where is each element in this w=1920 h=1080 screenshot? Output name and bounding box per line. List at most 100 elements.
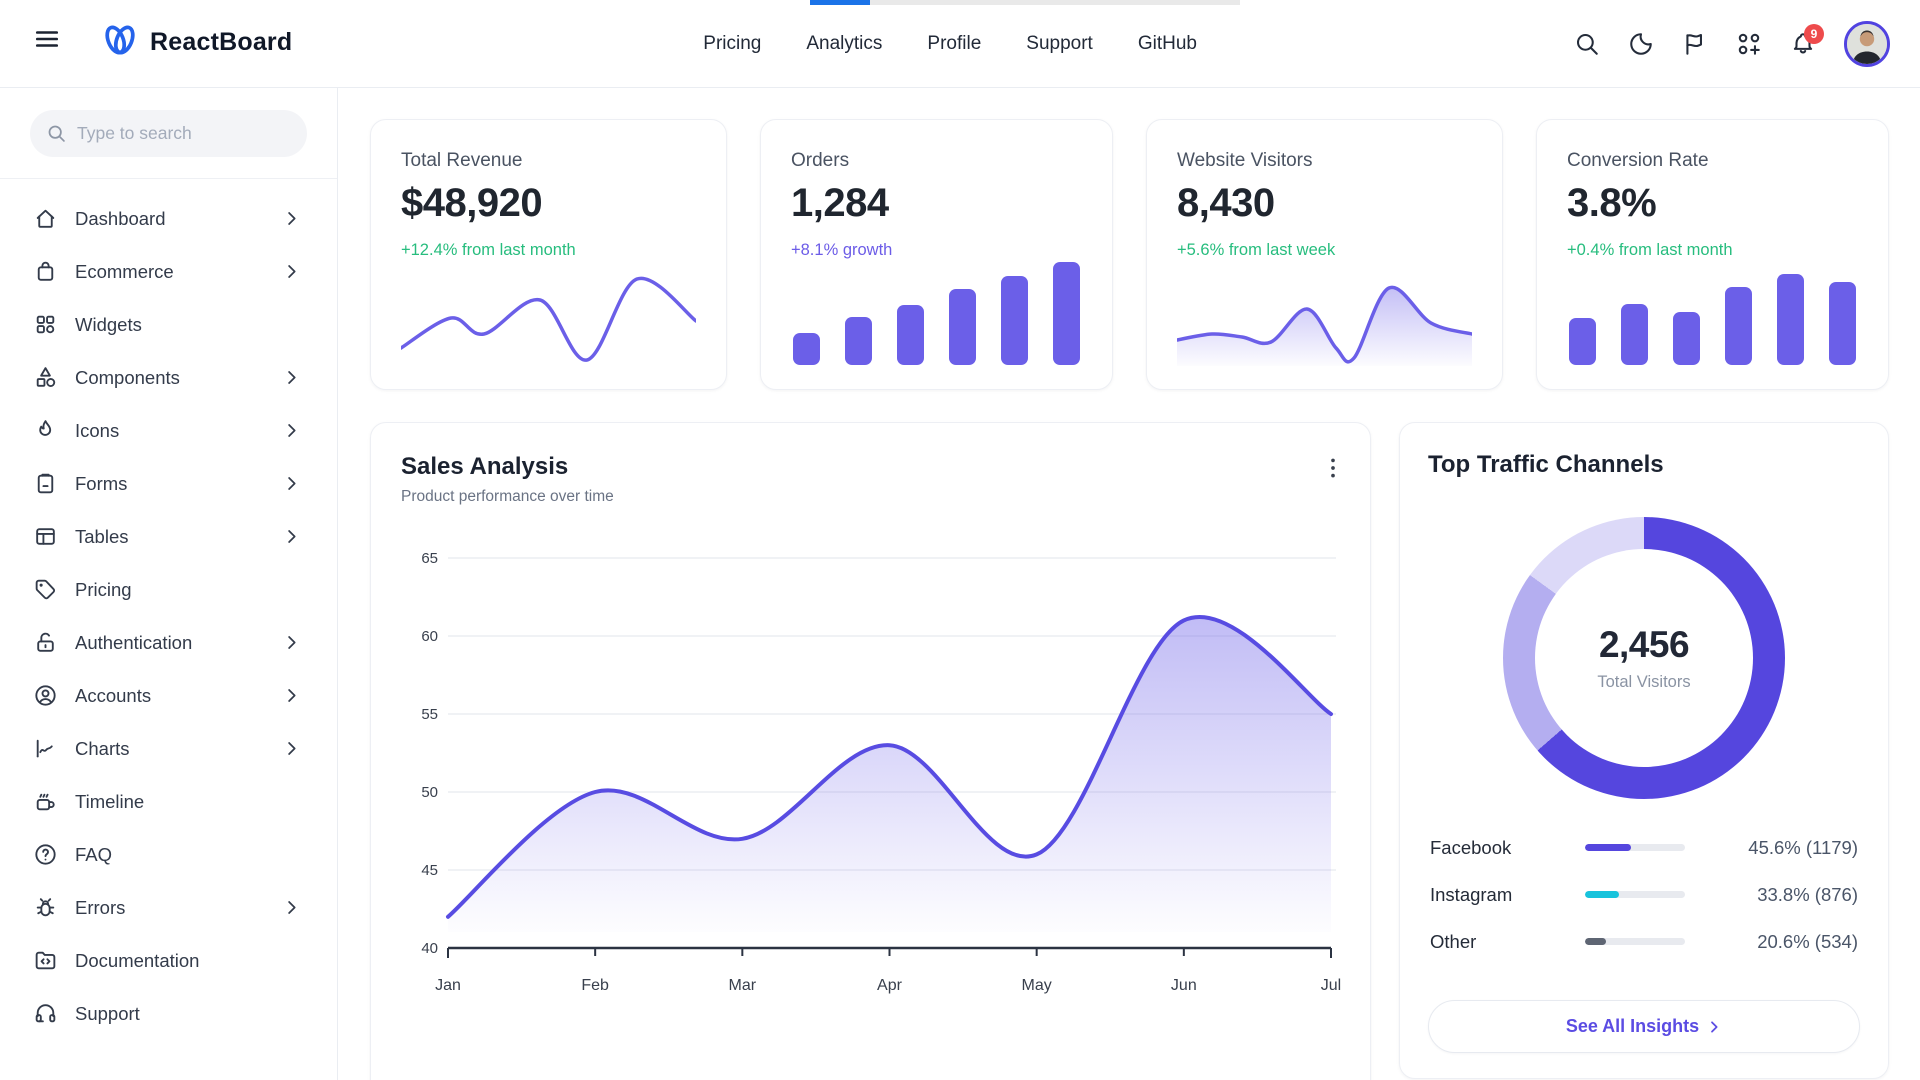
- dark-mode-moon-icon[interactable]: [1628, 31, 1654, 57]
- svg-text:Apr: Apr: [877, 977, 903, 994]
- sidebar-item-label: Tables: [75, 526, 282, 548]
- sidebar-item-documentation[interactable]: Documentation: [0, 934, 337, 987]
- notification-badge: 9: [1804, 24, 1824, 44]
- sidebar-item-label: Timeline: [75, 791, 301, 813]
- sidebar-menu: Dashboard Ecommerce Widgets Components Icons…: [0, 179, 337, 1053]
- sidebar-item-support[interactable]: Support: [0, 987, 337, 1040]
- nav-link-analytics[interactable]: Analytics: [806, 33, 882, 55]
- sidebar-item-icons[interactable]: Icons: [0, 404, 337, 457]
- mini-bar: [897, 305, 924, 365]
- channel-row-facebook: Facebook45.6% (1179): [1430, 835, 1858, 860]
- sidebar-item-tables[interactable]: Tables: [0, 510, 337, 563]
- search-icon[interactable]: [1574, 31, 1600, 57]
- sidebar-item-widgets[interactable]: Widgets: [0, 298, 337, 351]
- stat-card-orders: Orders1,284+8.1% growth: [760, 119, 1113, 390]
- sidebar-item-charts[interactable]: Charts: [0, 722, 337, 775]
- svg-text:45: 45: [421, 862, 438, 879]
- channel-value: 45.6% (1179): [1685, 837, 1858, 859]
- stat-card-total-revenue: Total Revenue$48,920+12.4% from last mon…: [370, 119, 727, 390]
- channel-progress-fill: [1585, 891, 1619, 898]
- sidebar-item-ecommerce[interactable]: Ecommerce: [0, 245, 337, 298]
- brand[interactable]: ReactBoard: [100, 20, 292, 64]
- top-navbar: ReactBoard Pricing Analytics Profile Suppor…: [0, 0, 1920, 88]
- chevron-right-icon: [282, 633, 301, 652]
- sales-analysis-card: Sales Analysis Product performance over …: [370, 422, 1371, 1080]
- headset-icon: [33, 1001, 58, 1026]
- mini-bar: [1725, 287, 1752, 365]
- nav-link-pricing[interactable]: Pricing: [703, 33, 761, 55]
- chevron-right-icon: [282, 421, 301, 440]
- sidebar-search-input[interactable]: [77, 123, 291, 144]
- bag-icon: [33, 259, 58, 284]
- stat-value: $48,920: [401, 181, 696, 226]
- sidebar-item-label: Widgets: [75, 314, 301, 336]
- sidebar-item-timeline[interactable]: Timeline: [0, 775, 337, 828]
- stat-mini-chart: [1567, 260, 1858, 365]
- chevron-right-icon: [282, 474, 301, 493]
- nav-link-github[interactable]: GitHub: [1138, 33, 1197, 55]
- see-all-insights-button[interactable]: See All Insights: [1428, 1000, 1860, 1053]
- nav-link-profile[interactable]: Profile: [927, 33, 981, 55]
- mini-bar: [1777, 274, 1804, 365]
- sidebar-item-components[interactable]: Components: [0, 351, 337, 404]
- sidebar-search-box[interactable]: [30, 110, 307, 157]
- sales-area-chart: 404550556065 JanFebMarAprMayJunJul: [401, 528, 1340, 1011]
- channel-progress-fill: [1585, 938, 1606, 945]
- chevron-right-icon: [282, 262, 301, 281]
- nav-link-support[interactable]: Support: [1026, 33, 1093, 55]
- flag-icon[interactable]: [1682, 31, 1708, 57]
- hamburger-menu-icon[interactable]: [34, 26, 60, 52]
- stat-label: Total Revenue: [401, 150, 696, 172]
- sidebar-item-errors[interactable]: Errors: [0, 881, 337, 934]
- channel-name: Other: [1430, 931, 1585, 953]
- main-content: Total Revenue$48,920+12.4% from last mon…: [338, 88, 1920, 1080]
- sidebar-search-section: [0, 88, 337, 179]
- chevron-right-icon: [282, 209, 301, 228]
- channel-progress-track: [1585, 844, 1685, 851]
- apps-grid-icon[interactable]: [1736, 31, 1762, 57]
- channel-name: Instagram: [1430, 884, 1585, 906]
- scrollbar-thumb[interactable]: [810, 0, 870, 5]
- sidebar-item-label: Accounts: [75, 685, 282, 707]
- shapes-icon: [33, 365, 58, 390]
- sidebar-item-accounts[interactable]: Accounts: [0, 669, 337, 722]
- channel-progress-fill: [1585, 844, 1631, 851]
- sidebar-item-authentication[interactable]: Authentication: [0, 616, 337, 669]
- chevron-right-icon: [1706, 1019, 1722, 1035]
- grid-icon: [33, 312, 58, 337]
- sidebar-item-faq[interactable]: FAQ: [0, 828, 337, 881]
- sparkline: [1177, 260, 1472, 366]
- sidebar-item-label: Authentication: [75, 632, 282, 654]
- horizontal-scrollbar[interactable]: [810, 0, 1240, 5]
- sidebar-item-dashboard[interactable]: Dashboard: [0, 192, 337, 245]
- sidebar-item-label: Ecommerce: [75, 261, 282, 283]
- sidebar-item-label: Errors: [75, 897, 282, 919]
- sidebar-item-label: Charts: [75, 738, 282, 760]
- mini-bar: [845, 317, 872, 365]
- sidebar: Dashboard Ecommerce Widgets Components Icons…: [0, 88, 338, 1080]
- sidebar-item-pricing[interactable]: Pricing: [0, 563, 337, 616]
- channel-value: 20.6% (534): [1685, 931, 1858, 953]
- channel-list: Facebook45.6% (1179)Instagram33.8% (876)…: [1428, 835, 1860, 954]
- total-visitors-label: Total Visitors: [1597, 673, 1690, 692]
- sidebar-item-label: Documentation: [75, 950, 301, 972]
- kebab-menu-icon[interactable]: [1320, 455, 1346, 481]
- search-icon: [46, 123, 67, 144]
- sidebar-item-label: Components: [75, 367, 282, 389]
- user-avatar[interactable]: [1844, 21, 1890, 67]
- traffic-channels-card: Top Traffic Channels 2,456 Total Visitor…: [1399, 422, 1889, 1079]
- tag-icon: [33, 577, 58, 602]
- svg-text:55: 55: [421, 706, 438, 723]
- channel-progress-track: [1585, 891, 1685, 898]
- mini-bar: [1829, 282, 1856, 365]
- stat-value: 3.8%: [1567, 181, 1858, 226]
- sidebar-item-label: Dashboard: [75, 208, 282, 230]
- home-icon: [33, 206, 58, 231]
- user-icon: [33, 683, 58, 708]
- bug-icon: [33, 895, 58, 920]
- stat-label: Conversion Rate: [1567, 150, 1858, 172]
- notifications-bell-icon[interactable]: 9: [1790, 31, 1816, 57]
- sidebar-item-forms[interactable]: Forms: [0, 457, 337, 510]
- chevron-right-icon: [282, 898, 301, 917]
- lock-icon: [33, 630, 58, 655]
